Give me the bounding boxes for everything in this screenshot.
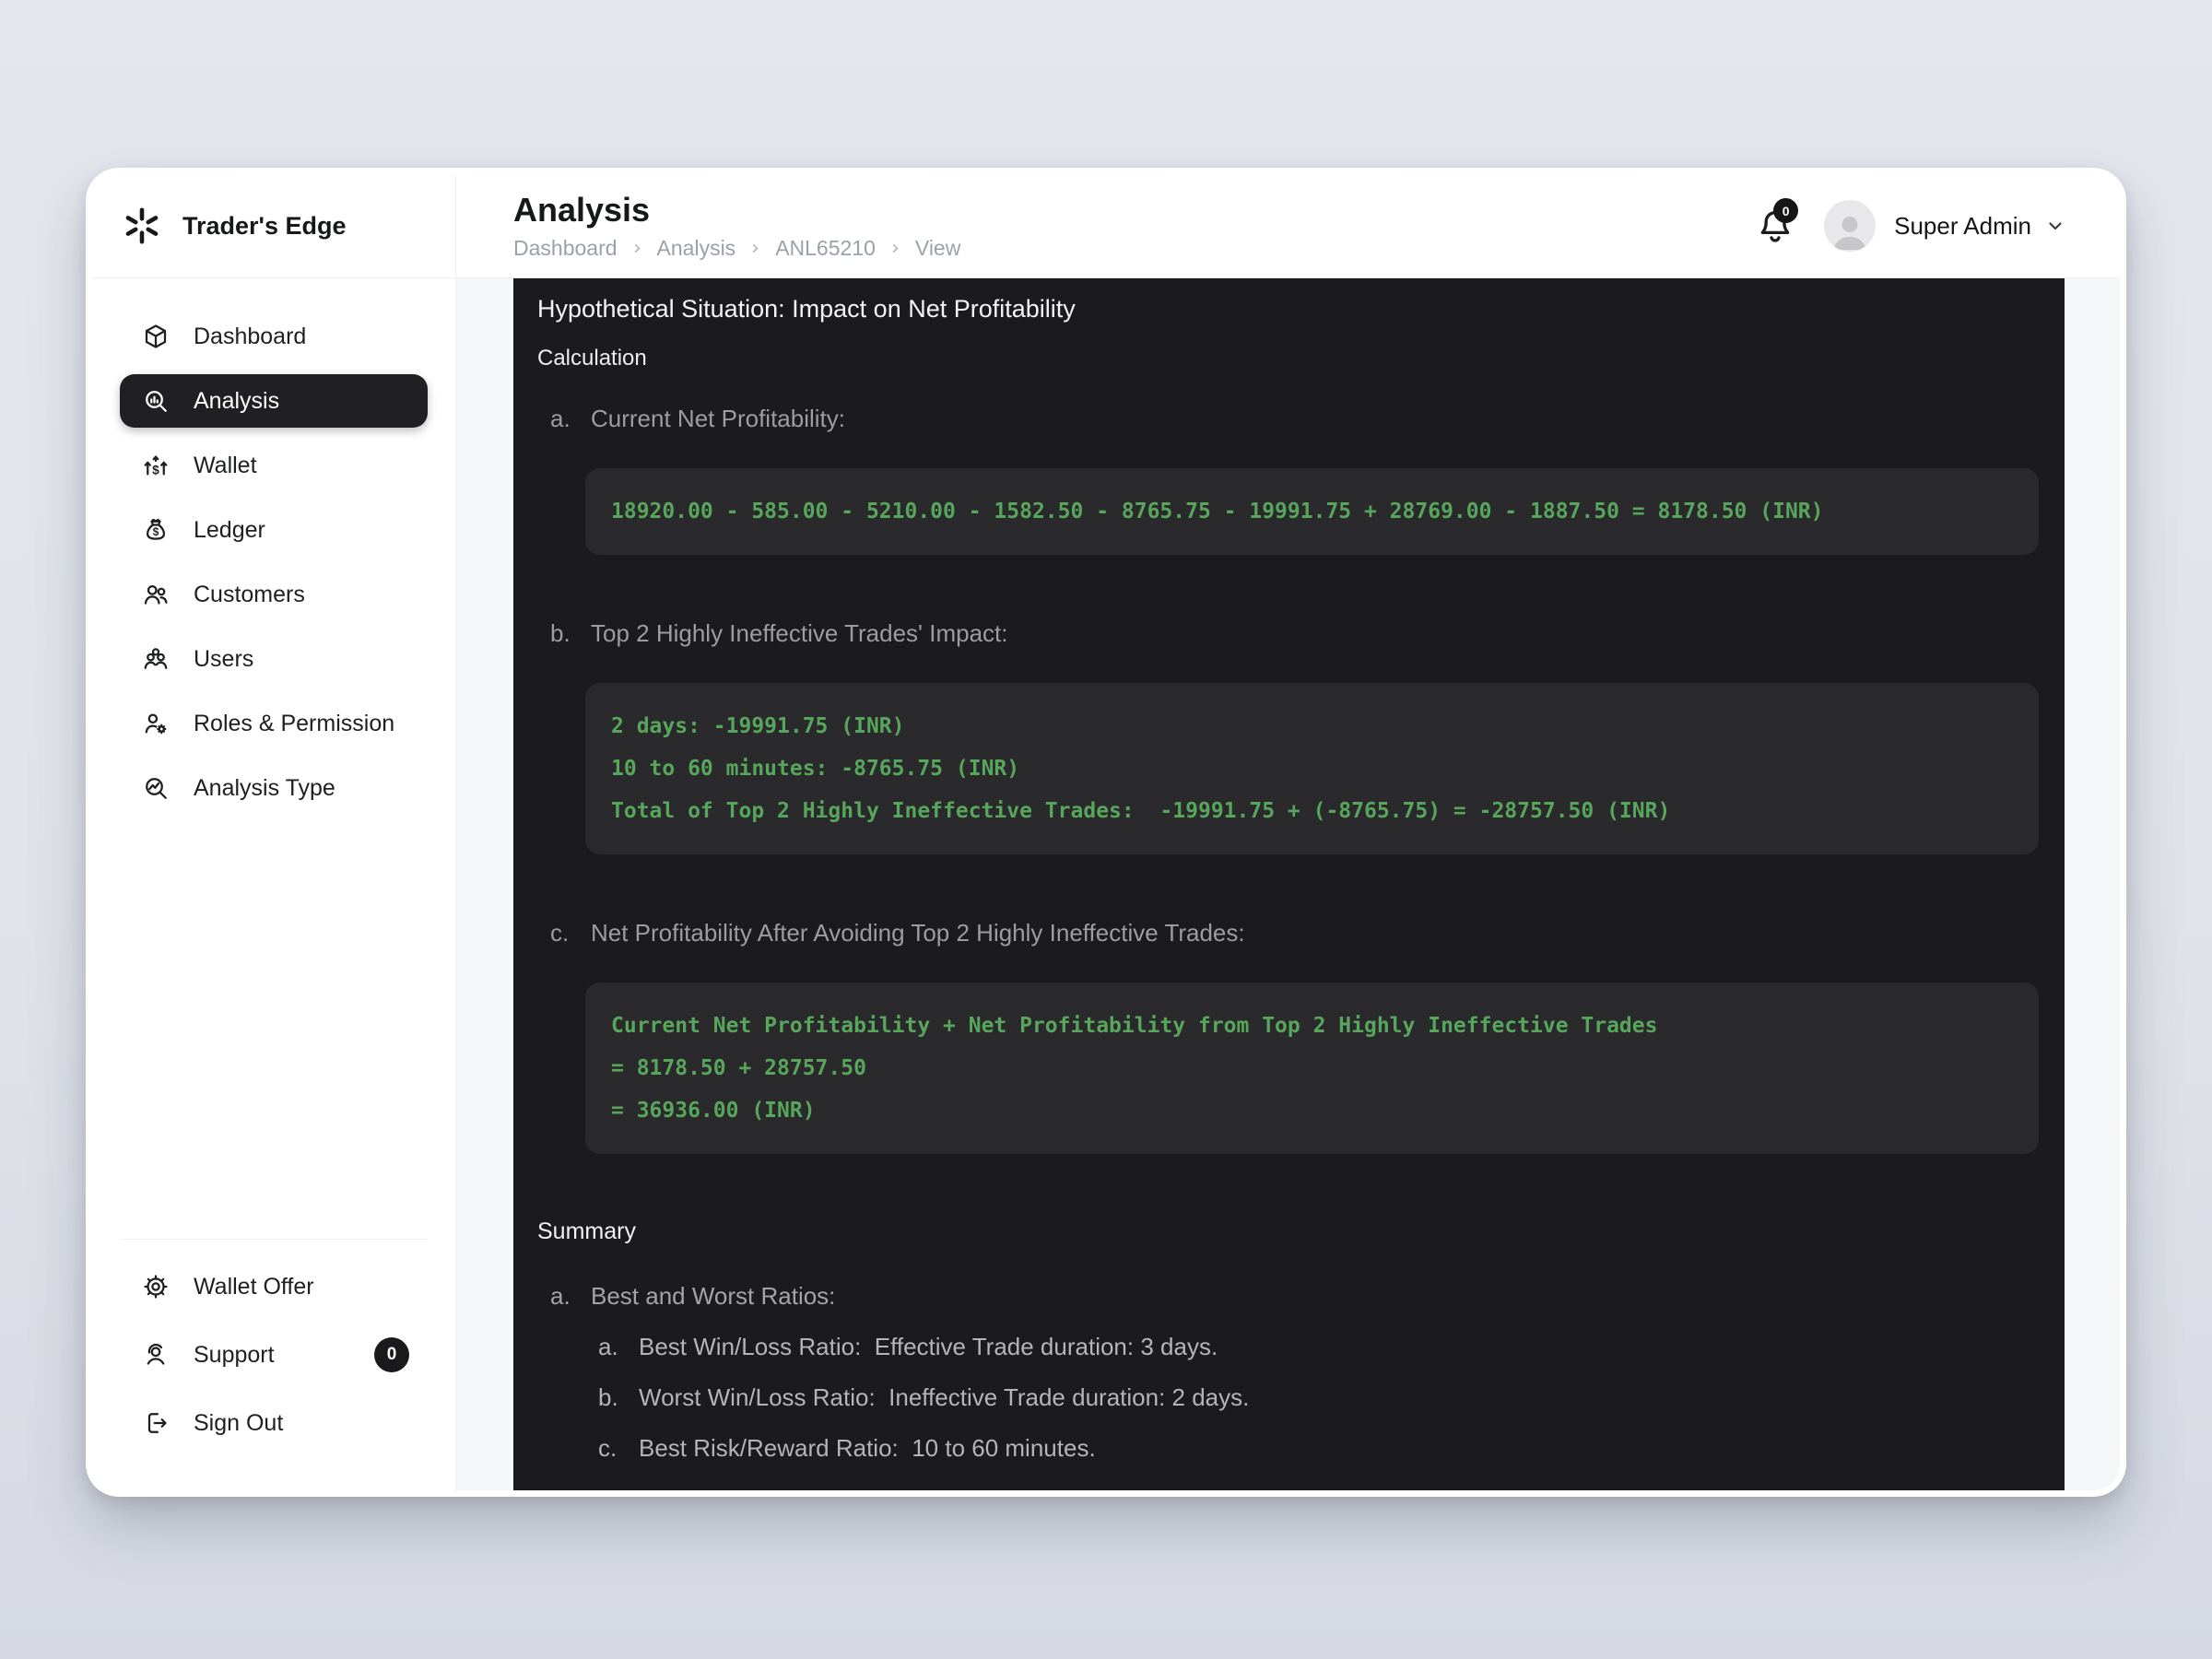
breadcrumb-dashboard[interactable]: Dashboard xyxy=(513,236,618,261)
dollar-arrows-icon: $ xyxy=(142,452,170,479)
sidebar-item-label: Users xyxy=(194,645,254,672)
gear-icon xyxy=(142,1273,170,1300)
list-marker: a. xyxy=(598,1333,618,1360)
main-content: Hypothetical Situation: Impact on Net Pr… xyxy=(456,278,2120,1490)
summary-item-label: Best and Worst Ratios: xyxy=(591,1282,836,1310)
calculation-label: Calculation xyxy=(537,346,647,371)
sidebar-item-label: Analysis xyxy=(194,387,280,414)
sidebar-item-users[interactable]: Users xyxy=(120,632,428,686)
sidebar-item-label: Wallet xyxy=(194,452,257,478)
support-badge: 0 xyxy=(374,1337,409,1372)
sidebar-item-dashboard[interactable]: Dashboard xyxy=(120,310,428,363)
code-line: Total of Top 2 Highly Ineffective Trades… xyxy=(611,799,1671,823)
chevron-right-icon xyxy=(748,241,762,255)
summary-subitem-a: a. Best Win/Loss Ratio: Effective Trade … xyxy=(598,1333,2041,1361)
notifications-button[interactable]: 0 xyxy=(1756,198,1799,245)
code-block-current-net-profitability: 18920.00 - 585.00 - 5210.00 - 1582.50 - … xyxy=(585,468,2039,555)
logout-icon xyxy=(142,1409,170,1437)
list-marker: a. xyxy=(550,1282,571,1310)
analysis-detail-panel[interactable]: Hypothetical Situation: Impact on Net Pr… xyxy=(513,278,2065,1490)
summary-title: Summary xyxy=(537,1218,636,1244)
list-marker: c. xyxy=(598,1434,618,1462)
sidebar-item-ledger[interactable]: $ Ledger xyxy=(120,503,428,557)
sidebar-item-support[interactable]: Support 0 xyxy=(120,1328,428,1382)
code-line: Current Net Profitability + Net Profitab… xyxy=(611,1014,1658,1038)
list-marker: b. xyxy=(550,619,571,647)
avatar[interactable] xyxy=(1824,200,1877,252)
sidebar-footer: Wallet Offer Support 0 Sign Out xyxy=(120,1239,428,1490)
list-marker: a. xyxy=(550,405,571,432)
calc-item-c: c. Net Profitability After Avoiding Top … xyxy=(550,919,2041,947)
sidebar-item-sign-out[interactable]: Sign Out xyxy=(120,1396,428,1450)
svg-text:$: $ xyxy=(152,463,159,477)
chevron-right-icon xyxy=(630,241,644,255)
sidebar-item-label: Analysis Type xyxy=(194,774,335,801)
code-line: = 36936.00 (INR) xyxy=(611,1099,816,1123)
sidebar-item-label: Roles & Permission xyxy=(194,710,395,736)
sidebar-item-label: Ledger xyxy=(194,516,265,543)
sidebar-item-analysis-type[interactable]: Analysis Type xyxy=(120,761,428,815)
breadcrumb: Dashboard Analysis ANL65210 View xyxy=(513,236,960,261)
sidebar-item-label: Dashboard xyxy=(194,323,307,349)
chevron-down-icon[interactable] xyxy=(2044,215,2066,237)
spark-logo-icon xyxy=(122,206,162,246)
calc-item-label: Top 2 Highly Ineffective Trades' Impact: xyxy=(591,619,1008,647)
summary-subitem-text: Best Risk/Reward Ratio: 10 to 60 minutes… xyxy=(639,1434,1096,1462)
app-name: Trader's Edge xyxy=(182,211,347,240)
three-people-icon xyxy=(142,645,170,673)
sidebar-item-label: Support xyxy=(194,1341,275,1368)
two-people-icon xyxy=(142,581,170,608)
summary-subitem-b: b. Worst Win/Loss Ratio: Ineffective Tra… xyxy=(598,1383,2041,1412)
sidebar-item-label: Wallet Offer xyxy=(194,1273,314,1300)
code-line: = 8178.50 + 28757.50 xyxy=(611,1056,866,1080)
sidebar-item-label: Customers xyxy=(194,581,305,607)
summary-subitem-c: c. Best Risk/Reward Ratio: 10 to 60 minu… xyxy=(598,1434,2041,1463)
cube-icon xyxy=(142,323,170,350)
svg-text:$: $ xyxy=(153,525,159,538)
chevron-right-icon xyxy=(888,241,902,255)
calc-item-b: b. Top 2 Highly Ineffective Trades' Impa… xyxy=(550,619,2041,648)
user-name[interactable]: Super Admin xyxy=(1894,212,2031,241)
app-window: Trader's Edge Analysis Dashboard Analysi… xyxy=(86,168,2126,1497)
sidebar-item-wallet-offer[interactable]: Wallet Offer xyxy=(120,1260,428,1313)
breadcrumb-record-id[interactable]: ANL65210 xyxy=(775,236,876,261)
calc-item-a: a. Current Net Profitability: xyxy=(550,405,2041,433)
code-line: 10 to 60 minutes: -8765.75 (INR) xyxy=(611,757,1020,781)
notification-badge: 0 xyxy=(1773,198,1799,223)
section-title: Hypothetical Situation: Impact on Net Pr… xyxy=(537,295,1076,323)
sidebar-item-label: Sign Out xyxy=(194,1409,284,1436)
breadcrumb-view: View xyxy=(914,236,961,260)
money-bag-icon: $ xyxy=(142,516,170,544)
sidebar: Dashboard Analysis $ Wallet $ Ledger Cus… xyxy=(92,278,456,1490)
title-block: Analysis Dashboard Analysis ANL65210 Vie… xyxy=(513,191,960,261)
code-line: 18920.00 - 585.00 - 5210.00 - 1582.50 - … xyxy=(611,500,1824,524)
list-marker: c. xyxy=(550,919,570,947)
summary-subitem-text: Best Win/Loss Ratio: Effective Trade dur… xyxy=(639,1333,1218,1360)
list-marker: b. xyxy=(598,1383,618,1411)
code-block-net-profitability-after-avoiding: Current Net Profitability + Net Profitab… xyxy=(585,982,2039,1154)
person-silhouette-icon xyxy=(1832,217,1867,251)
calc-item-label: Net Profitability After Avoiding Top 2 H… xyxy=(591,919,1245,947)
summary-subitem-text: Worst Win/Loss Ratio: Ineffective Trade … xyxy=(639,1383,1250,1411)
sidebar-item-customers[interactable]: Customers xyxy=(120,568,428,621)
magnifier-chart-icon xyxy=(142,387,170,415)
calc-item-label: Current Net Profitability: xyxy=(591,405,845,432)
sidebar-item-analysis[interactable]: Analysis xyxy=(120,374,428,428)
sidebar-item-wallet[interactable]: $ Wallet xyxy=(120,439,428,492)
breadcrumb-analysis[interactable]: Analysis xyxy=(657,236,736,261)
person-gear-icon xyxy=(142,710,170,737)
headset-icon xyxy=(142,1341,170,1369)
magnifier-trend-icon xyxy=(142,774,170,802)
code-line: 2 days: -19991.75 (INR) xyxy=(611,714,905,738)
sidebar-item-roles-permission[interactable]: Roles & Permission xyxy=(120,697,428,750)
code-block-top2-trades-impact: 2 days: -19991.75 (INR) 10 to 60 minutes… xyxy=(585,683,2039,854)
summary-item-a: a. Best and Worst Ratios: xyxy=(550,1282,2041,1311)
sidebar-logo: Trader's Edge xyxy=(92,174,456,278)
header-actions: 0 Super Admin xyxy=(1756,198,2066,252)
top-header: Analysis Dashboard Analysis ANL65210 Vie… xyxy=(456,174,2120,278)
page-title: Analysis xyxy=(513,191,651,229)
